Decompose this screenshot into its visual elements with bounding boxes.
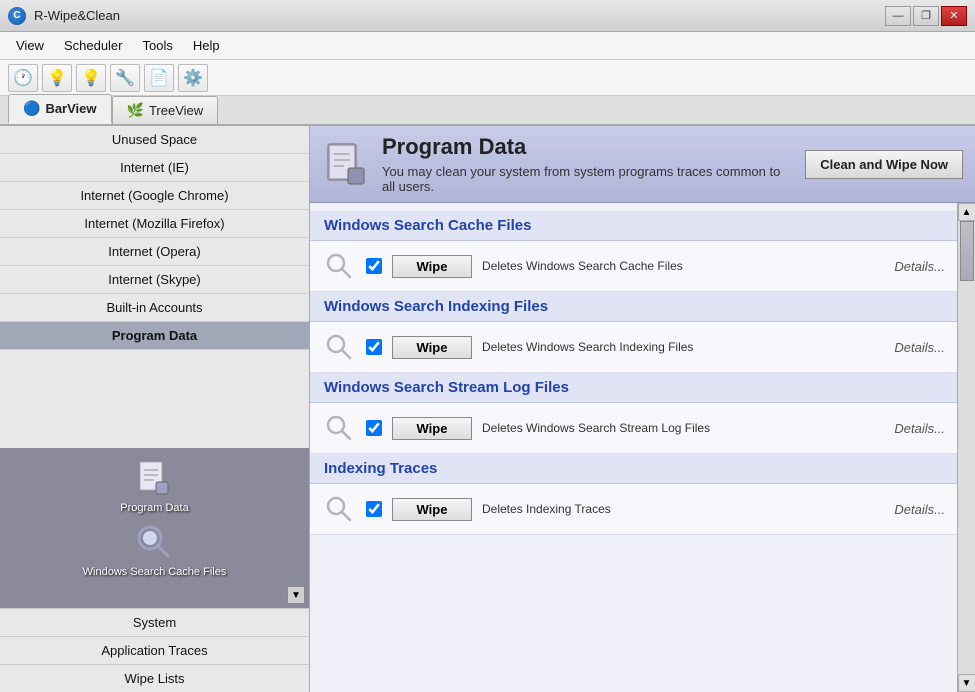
content-body: Windows Search Cache Files Wipe Deletes … xyxy=(310,203,957,692)
toolbar-btn-3[interactable]: 🔧 xyxy=(110,64,140,92)
menu-view[interactable]: View xyxy=(8,35,52,56)
app-icon: C xyxy=(8,7,26,25)
content-header: Program Data You may clean your system f… xyxy=(310,126,975,203)
section-windows-search-cache: Windows Search Cache Files xyxy=(310,211,957,241)
wsi-checkbox[interactable] xyxy=(366,339,382,355)
windows-search-cache-icon xyxy=(134,522,174,562)
close-button[interactable]: ✕ xyxy=(941,6,967,26)
scroll-down-arrow[interactable]: ▼ xyxy=(958,674,975,692)
content-header-icon xyxy=(322,140,370,188)
tab-tree-view-label: TreeView xyxy=(149,103,203,118)
sidebar-bottom-application-traces[interactable]: Application Traces xyxy=(0,636,309,664)
sidebar-item-internet-opera[interactable]: Internet (Opera) xyxy=(0,238,309,266)
menu-bar: View Scheduler Tools Help xyxy=(0,32,975,60)
menu-tools[interactable]: Tools xyxy=(135,35,181,56)
section-windows-search-indexing: Windows Search Indexing Files xyxy=(310,292,957,322)
toolbar-btn-2[interactable]: 💡 xyxy=(76,64,106,92)
sidebar-item-unused-space[interactable]: Unused Space xyxy=(0,126,309,154)
search-icon xyxy=(322,411,356,445)
sidebar: Unused Space Internet (IE) Internet (Goo… xyxy=(0,126,310,692)
it-wipe-button[interactable]: Wipe xyxy=(392,498,472,521)
sidebar-icon-windows-search[interactable]: Windows Search Cache Files xyxy=(83,522,227,578)
toolbar-btn-0[interactable]: 🕐 xyxy=(8,64,38,92)
sidebar-item-internet-ie[interactable]: Internet (IE) xyxy=(0,154,309,182)
sidebar-item-internet-chrome[interactable]: Internet (Google Chrome) xyxy=(0,182,309,210)
bar-view-icon: 🔵 xyxy=(23,100,40,117)
sidebar-scroll-down-button[interactable]: ▼ xyxy=(287,586,305,604)
toolbar-btn-4[interactable]: 📄 xyxy=(144,64,174,92)
tab-tree-view[interactable]: 🌿 TreeView xyxy=(112,96,219,124)
search-icon xyxy=(322,330,356,364)
sidebar-icon-program-data[interactable]: Program Data xyxy=(120,458,188,514)
sidebar-item-built-in-accounts[interactable]: Built-in Accounts xyxy=(0,294,309,322)
tab-bar-view-label: BarView xyxy=(45,101,96,116)
it-description: Deletes Indexing Traces xyxy=(482,502,884,516)
window-controls: — ❐ ✕ xyxy=(885,6,967,26)
sidebar-icon-area: Program Data Windows Search Cache Files … xyxy=(0,448,309,608)
wsc-wipe-button[interactable]: Wipe xyxy=(392,255,472,278)
section-indexing-traces: Indexing Traces xyxy=(310,454,957,484)
wsi-description: Deletes Windows Search Indexing Files xyxy=(482,340,884,354)
maximize-button[interactable]: ❐ xyxy=(913,6,939,26)
it-details-link[interactable]: Details... xyxy=(894,502,945,517)
table-row: Wipe Deletes Indexing Traces Details... xyxy=(310,484,957,535)
tree-view-icon: 🌿 xyxy=(127,102,144,119)
content-description: You may clean your system from system pr… xyxy=(382,164,793,194)
windows-search-icon-label: Windows Search Cache Files xyxy=(83,566,227,578)
title-bar: C R-Wipe&Clean — ❐ ✕ xyxy=(0,0,975,32)
main-layout: Unused Space Internet (IE) Internet (Goo… xyxy=(0,126,975,692)
content-area: Program Data You may clean your system f… xyxy=(310,126,975,692)
menu-help[interactable]: Help xyxy=(185,35,228,56)
sidebar-bottom-system[interactable]: System xyxy=(0,608,309,636)
wsi-wipe-button[interactable]: Wipe xyxy=(392,336,472,359)
table-row: Wipe Deletes Windows Search Cache Files … xyxy=(310,241,957,292)
sidebar-bottom-wipe-lists[interactable]: Wipe Lists xyxy=(0,664,309,692)
content-header-text: Program Data You may clean your system f… xyxy=(382,134,793,194)
title-bar-left: C R-Wipe&Clean xyxy=(8,7,120,25)
sidebar-item-internet-skype[interactable]: Internet (Skype) xyxy=(0,266,309,294)
toolbar-btn-1[interactable]: 💡 xyxy=(42,64,72,92)
program-data-icon-label: Program Data xyxy=(120,502,188,514)
wssl-description: Deletes Windows Search Stream Log Files xyxy=(482,421,884,435)
toolbar-btn-5[interactable]: ⚙️ xyxy=(178,64,208,92)
sidebar-bottom: System Application Traces Wipe Lists xyxy=(0,608,309,692)
program-data-icon xyxy=(134,458,174,498)
tab-bar-view[interactable]: 🔵 BarView xyxy=(8,94,112,124)
clean-wipe-now-button[interactable]: Clean and Wipe Now xyxy=(805,150,963,179)
content-scroll-area: Windows Search Cache Files Wipe Deletes … xyxy=(310,203,975,692)
menu-scheduler[interactable]: Scheduler xyxy=(56,35,131,56)
search-icon xyxy=(322,249,356,283)
scrollbar[interactable]: ▲ ▼ xyxy=(957,203,975,692)
table-row: Wipe Deletes Windows Search Indexing Fil… xyxy=(310,322,957,373)
sidebar-item-internet-firefox[interactable]: Internet (Mozilla Firefox) xyxy=(0,210,309,238)
scroll-up-arrow[interactable]: ▲ xyxy=(958,203,975,221)
wssl-wipe-button[interactable]: Wipe xyxy=(392,417,472,440)
minimize-button[interactable]: — xyxy=(885,6,911,26)
table-row: Wipe Deletes Windows Search Stream Log F… xyxy=(310,403,957,454)
wssl-details-link[interactable]: Details... xyxy=(894,421,945,436)
section-windows-search-stream: Windows Search Stream Log Files xyxy=(310,373,957,403)
content-title: Program Data xyxy=(382,134,793,160)
sidebar-list: Unused Space Internet (IE) Internet (Goo… xyxy=(0,126,309,448)
toolbar: 🕐 💡 💡 🔧 📄 ⚙️ xyxy=(0,60,975,96)
it-checkbox[interactable] xyxy=(366,501,382,517)
scroll-thumb[interactable] xyxy=(960,221,974,281)
window-title: R-Wipe&Clean xyxy=(34,8,120,23)
tab-bar: 🔵 BarView 🌿 TreeView xyxy=(0,96,975,126)
search-icon xyxy=(322,492,356,526)
wsc-details-link[interactable]: Details... xyxy=(894,259,945,274)
sidebar-item-program-data[interactable]: Program Data xyxy=(0,322,309,350)
wsi-details-link[interactable]: Details... xyxy=(894,340,945,355)
scroll-track[interactable] xyxy=(958,221,975,674)
wsc-description: Deletes Windows Search Cache Files xyxy=(482,259,884,273)
wssl-checkbox[interactable] xyxy=(366,420,382,436)
wsc-checkbox[interactable] xyxy=(366,258,382,274)
